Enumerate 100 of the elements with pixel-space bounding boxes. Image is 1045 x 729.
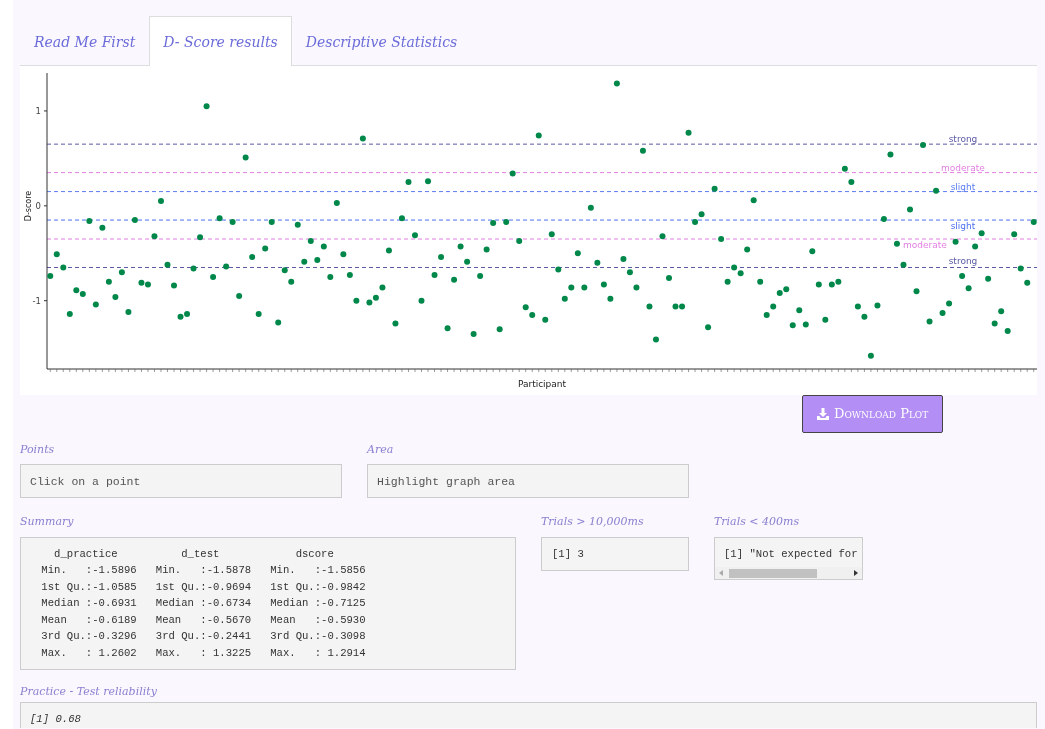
data-point bbox=[809, 248, 816, 255]
data-point bbox=[854, 303, 861, 310]
data-point bbox=[535, 132, 542, 139]
data-point bbox=[164, 261, 171, 268]
data-point bbox=[112, 293, 119, 300]
data-point bbox=[516, 237, 523, 244]
data-point bbox=[907, 206, 913, 213]
input-field[interactable]: Click on a point bbox=[20, 464, 342, 498]
output-line: Min. :-1.5896 Min. :-1.5878 Min. :-1.5856 bbox=[40, 563, 367, 578]
data-point bbox=[151, 233, 158, 240]
data-point bbox=[275, 319, 282, 326]
output-text: [1] 3 bbox=[552, 546, 585, 562]
data-point bbox=[496, 326, 503, 333]
data-point bbox=[711, 185, 718, 192]
data-point bbox=[314, 256, 321, 263]
data-point bbox=[255, 310, 262, 317]
data-point bbox=[946, 300, 953, 307]
data-point bbox=[288, 278, 295, 285]
data-point bbox=[666, 274, 672, 281]
data-point bbox=[952, 238, 959, 245]
data-point bbox=[574, 250, 581, 257]
data-point bbox=[659, 233, 666, 240]
data-point bbox=[887, 151, 894, 158]
data-point bbox=[477, 273, 484, 280]
axis-tick-label: -1 bbox=[32, 295, 41, 306]
data-point bbox=[1011, 231, 1018, 238]
download-button[interactable]: Download Plot bbox=[802, 395, 944, 433]
data-point bbox=[320, 243, 327, 250]
data-point bbox=[262, 245, 269, 252]
data-point bbox=[385, 247, 392, 254]
data-point bbox=[861, 313, 868, 320]
output-line: Median :-0.6931 Median :-0.6734 Median :-0.7125 bbox=[40, 596, 367, 611]
data-point bbox=[125, 309, 132, 316]
data-point bbox=[490, 219, 497, 226]
data-point bbox=[425, 178, 431, 185]
data-point bbox=[880, 216, 887, 223]
data-point bbox=[744, 246, 751, 253]
data-point bbox=[444, 325, 451, 332]
tab[interactable]: Read Me First bbox=[20, 16, 150, 66]
data-point bbox=[972, 243, 979, 250]
data-point bbox=[327, 273, 334, 280]
data-point bbox=[60, 264, 67, 271]
data-point bbox=[568, 284, 575, 291]
output-line: d_practice d_test dscore bbox=[53, 546, 335, 562]
data-point bbox=[268, 218, 275, 225]
data-point bbox=[340, 251, 347, 258]
data-point bbox=[216, 215, 223, 222]
line-label: strong bbox=[948, 256, 978, 267]
horizontal-scrollbar[interactable] bbox=[715, 567, 862, 580]
data-point bbox=[542, 316, 549, 323]
data-point bbox=[587, 204, 594, 211]
data-point bbox=[229, 218, 236, 225]
output-line: 1st Qu.:-1.0585 1st Qu.:-0.9694 1st Qu.:-0.9842 bbox=[40, 579, 367, 595]
data-point bbox=[822, 316, 829, 323]
data-point bbox=[301, 258, 308, 265]
data-point bbox=[913, 288, 920, 295]
data-point bbox=[920, 142, 926, 149]
data-point bbox=[933, 187, 940, 194]
output-label: Trials > 10,000ms bbox=[541, 514, 645, 530]
data-point bbox=[242, 154, 249, 161]
data-point bbox=[613, 80, 620, 87]
data-point bbox=[867, 352, 874, 359]
data-point bbox=[1004, 328, 1011, 335]
data-point bbox=[893, 240, 900, 247]
data-point bbox=[346, 272, 353, 279]
data-point bbox=[203, 103, 210, 110]
data-point bbox=[1017, 265, 1024, 272]
line-label: slight bbox=[950, 221, 976, 232]
output-line: Max. : 1.2602 Max. : 1.3225 Max. : 1.2914 bbox=[40, 645, 367, 661]
data-point bbox=[353, 297, 360, 304]
data-point bbox=[418, 297, 425, 304]
data-point bbox=[359, 135, 366, 142]
output-label: Summary bbox=[20, 514, 75, 530]
data-point bbox=[718, 236, 725, 243]
input-field[interactable]: Highlight graph area bbox=[367, 464, 689, 498]
data-point bbox=[66, 310, 73, 317]
data-point bbox=[483, 246, 490, 253]
field-label: Points bbox=[20, 441, 56, 458]
data-point bbox=[646, 303, 653, 310]
tab[interactable]: D- Score results bbox=[149, 16, 292, 66]
data-point bbox=[281, 267, 288, 274]
data-point bbox=[1024, 279, 1031, 286]
data-point bbox=[874, 302, 881, 309]
data-point bbox=[86, 218, 93, 224]
data-point bbox=[639, 147, 646, 154]
data-point bbox=[959, 273, 966, 280]
data-point bbox=[171, 282, 177, 289]
data-point bbox=[939, 310, 946, 317]
data-point bbox=[92, 301, 99, 308]
output-label: Practice - Test reliability bbox=[20, 684, 158, 700]
axis-title: Participant bbox=[517, 379, 567, 389]
data-point bbox=[307, 237, 314, 244]
data-point bbox=[900, 261, 907, 268]
data-point bbox=[705, 324, 712, 331]
data-point bbox=[47, 273, 54, 280]
tab[interactable]: Descriptive Statistics bbox=[291, 16, 472, 66]
data-point bbox=[561, 295, 568, 302]
data-point bbox=[431, 272, 438, 279]
data-point bbox=[190, 265, 197, 272]
output-line: Mean :-0.6189 Mean :-0.5670 Mean :-0.5930 bbox=[40, 612, 367, 628]
